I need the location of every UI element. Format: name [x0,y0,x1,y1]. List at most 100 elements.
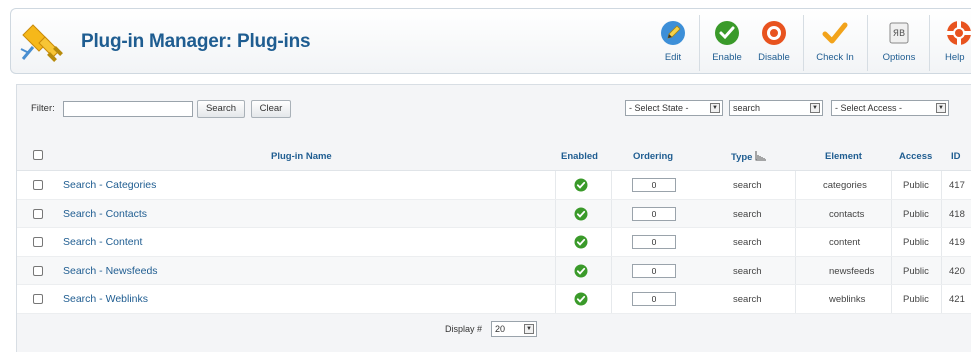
enable-check-icon [715,21,739,45]
access-cell[interactable]: Public [903,294,929,305]
display-count-select[interactable]: 20 ▼ [491,320,537,337]
element-cell: categories [823,180,867,191]
row-checkbox[interactable] [33,294,43,304]
check-in-button[interactable]: Check In [811,17,859,71]
clear-button[interactable]: Clear [251,100,291,118]
help-icon [947,21,971,45]
plugin-name-link[interactable]: Search - Weblinks [63,293,148,305]
toolbar-divider [803,15,804,71]
access-cell[interactable]: Public [903,209,929,220]
id-cell: 417 [949,180,965,191]
access-cell[interactable]: Public [903,180,929,191]
type-cell: search [733,294,762,305]
table-row: Search - Content 0 search content Public… [17,228,971,257]
access-cell[interactable]: Public [903,266,929,277]
select-state-value: - Select State - [629,103,689,113]
element-cell: contacts [829,208,865,220]
ordering-input[interactable]: 0 [632,292,676,306]
access-cell[interactable]: Public [903,237,929,248]
toolbar: Plug-in Manager: Plug-ins Edit Enable Di… [10,8,971,74]
col-plugin-name[interactable]: Plug-in Name [271,151,332,162]
column-divider [891,256,892,284]
search-button[interactable]: Search [197,100,245,118]
plugin-name-link[interactable]: Search - Newsfeeds [63,265,158,277]
ordering-input[interactable]: 0 [632,206,676,221]
options-icon: ЯВ [889,22,909,44]
column-divider [795,171,796,199]
svg-text:ЯВ: ЯВ [893,29,905,39]
enable-button[interactable]: Enable [705,17,749,71]
pencil-icon [661,21,685,45]
options-button[interactable]: ЯВ Options [875,17,923,71]
col-ordering[interactable]: Ordering [633,151,673,162]
column-divider [611,285,612,313]
enabled-check-icon[interactable] [574,178,588,192]
chevron-down-icon: ▼ [936,103,946,113]
plugin-list-panel: Filter: Search Clear - Select State - ▼ … [16,84,971,352]
type-cell: search [733,265,762,277]
column-divider [611,228,612,256]
select-state-dropdown[interactable]: - Select State - ▼ [625,100,723,116]
enabled-check-icon[interactable] [574,264,588,278]
chevron-down-icon: ▼ [524,323,534,334]
column-divider [611,171,612,199]
row-checkbox[interactable] [33,237,43,247]
row-checkbox[interactable] [33,208,43,219]
element-cell: newsfeeds [829,265,875,277]
plugin-icon [20,24,63,62]
column-divider [795,199,796,227]
edit-button[interactable]: Edit [651,17,695,71]
select-all-checkbox[interactable] [33,150,43,160]
help-button[interactable]: Help [935,17,971,71]
col-type[interactable]: Type [731,151,767,163]
sort-icon [755,151,767,161]
enabled-check-icon[interactable] [574,235,588,249]
col-access[interactable]: Access [899,151,932,162]
checkin-icon [822,22,848,44]
select-access-dropdown[interactable]: - Select Access - ▼ [831,100,949,116]
display-count-label: Display # [445,323,483,334]
row-checkbox[interactable] [33,180,43,190]
column-divider [795,228,796,256]
column-divider [941,171,942,199]
toolbar-divider [929,15,930,71]
enabled-check-icon[interactable] [574,292,588,306]
table-body: Search - Categories 0 search categories … [17,171,971,314]
column-divider [555,228,556,256]
ordering-input[interactable]: 0 [632,263,676,278]
id-cell: 420 [949,265,965,277]
table-row: Search - Weblinks 0 search weblinks Publ… [17,285,971,314]
element-cell: content [829,237,861,248]
col-element[interactable]: Element [825,151,862,162]
row-checkbox[interactable] [33,265,43,276]
check-in-label: Check In [816,52,854,63]
column-divider [555,199,556,227]
ordering-input[interactable]: 0 [632,178,676,192]
column-divider [611,256,612,284]
plugin-name-link[interactable]: Search - Categories [63,179,156,191]
disable-label: Disable [758,52,790,63]
id-cell: 418 [949,208,965,220]
column-divider [795,256,796,284]
type-cell: search [733,237,762,248]
column-divider [555,171,556,199]
select-folder-dropdown[interactable]: search ▼ [729,100,823,116]
type-cell: search [733,208,762,220]
plugin-name-link[interactable]: Search - Contacts [63,208,147,220]
column-divider [555,256,556,284]
disable-icon [762,21,786,45]
element-cell: weblinks [829,294,866,305]
chevron-down-icon: ▼ [710,103,720,113]
display-count-value: 20 [495,323,506,334]
enabled-check-icon[interactable] [574,207,588,221]
ordering-input[interactable]: 0 [632,235,676,249]
col-enabled[interactable]: Enabled [561,151,598,162]
disable-button[interactable]: Disable [751,17,797,71]
col-id[interactable]: ID [951,151,961,162]
column-divider [941,199,942,227]
table-row: Search - Newsfeeds 0 search newsfeeds Pu… [17,256,971,285]
filter-input[interactable] [63,101,193,117]
plugin-name-link[interactable]: Search - Content [63,236,142,248]
column-divider [611,199,612,227]
column-divider [941,285,942,313]
